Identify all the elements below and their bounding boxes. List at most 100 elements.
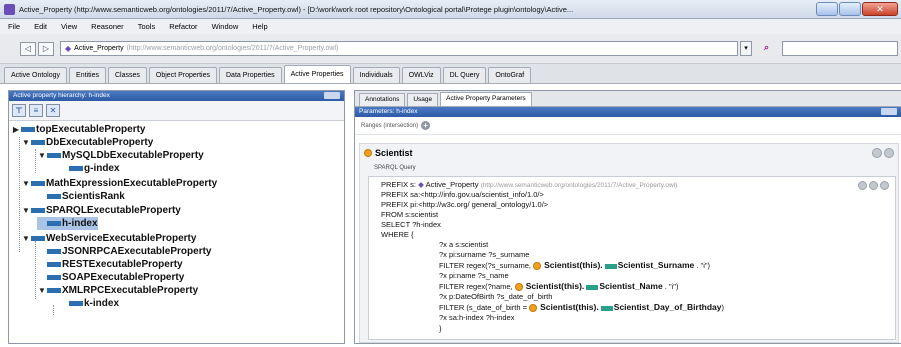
ontology-address-field[interactable]: ◆ Active_Property (http://www.semanticwe… [60,41,738,56]
tree-node-sparqlexecutableproperty[interactable]: ▼ SPARQLExecutableProperty [21,204,181,217]
minimize-button[interactable] [816,2,838,16]
property-icon [69,301,83,306]
close-button[interactable]: ✕ [862,2,898,16]
ontology-diamond-icon: ◆ [418,180,424,189]
back-button[interactable]: ◁ [20,42,36,56]
property-icon [31,208,45,213]
range-scientist-header: Scientist [360,144,898,162]
window-title: Active_Property (http://www.semanticweb.… [19,4,574,14]
tree-node-dbexecutableproperty[interactable]: ▼ DbExecutableProperty [21,136,153,149]
range-class-name[interactable]: Scientist [375,148,413,158]
tab-object-properties[interactable]: Object Properties [148,67,217,83]
menu-edit[interactable]: Edit [34,22,47,31]
tree-node-jsonrpcaexecutableproperty[interactable]: JSONRPCAExecutableProperty [37,245,212,258]
add-range-icon[interactable]: + [421,121,431,130]
annotate-query-icon[interactable] [858,181,867,190]
property-icon [47,153,61,158]
tab-owlviz[interactable]: OWLViz [401,67,441,83]
menu-bar: File Edit View Reasoner Tools Refactor W… [0,19,901,34]
collapse-arrow-icon[interactable]: ▼ [37,151,47,160]
hierarchy-header: Active property hierarchy: h-index [9,91,344,101]
collapse-arrow-icon[interactable]: ▼ [21,138,31,147]
sparql-query-label: SPARQL Query [374,165,416,171]
property-icon [31,140,45,145]
tab-entities[interactable]: Entities [69,67,106,83]
tree-node-topexecutableproperty[interactable]: ▶ topExecutableProperty [11,123,146,136]
property-icon [47,194,61,199]
query-line: FILTER regex(?name, Scientist(this). Sci… [439,281,679,292]
property-icon [47,249,61,254]
sparql-query-editor[interactable]: PREFIX s: ◆ Active_Property (http://www.… [368,176,896,340]
address-bar: ◁ ▷ ◆ Active_Property (http://www.semant… [0,34,901,64]
hierarchy-toolbar: ⊤ ≡ ✕ [9,101,344,121]
tab-active-ontology[interactable]: Active Ontology [4,67,68,83]
class-icon [533,262,542,271]
hierarchy-header-text: Active property hierarchy: h-index [13,92,110,99]
query-line: PREFIX sa:<http://info.gov.ua/scientist_… [381,190,544,199]
tree-connector [35,241,36,299]
menu-help[interactable]: Help [252,22,267,31]
collapse-arrow-icon[interactable]: ▼ [21,179,31,188]
window-controls: ✕ [816,2,898,16]
tree-node-soapexecutableproperty[interactable]: SOAPExecutableProperty [37,271,184,284]
edit-query-icon[interactable] [869,181,878,190]
property-icon [47,262,61,267]
property-icon [21,127,35,132]
maximize-button[interactable] [839,2,861,16]
add-subproperty-icon[interactable]: ⊤ [12,104,26,117]
tree-node-g-index[interactable]: g-index [59,162,120,175]
search-icon[interactable]: ⌕ [764,42,778,55]
expand-arrow-icon[interactable]: ▶ [11,125,21,134]
panel-view-icon[interactable] [324,92,340,99]
class-icon [364,149,372,157]
tab-dl-query[interactable]: DL Query [442,67,487,83]
data-property-icon [586,284,599,290]
menu-tools[interactable]: Tools [138,22,156,31]
menu-reasoner[interactable]: Reasoner [91,22,124,31]
tab-data-properties[interactable]: Data Properties [219,67,282,83]
tree-node-xmlrpcexecutableproperty[interactable]: ▼ XMLRPCExecutableProperty [37,284,198,297]
data-property-icon [600,305,613,311]
delete-query-icon[interactable] [880,181,889,190]
menu-view[interactable]: View [61,22,77,31]
query-line: ?x p:DateOfBirth ?s_date_of_birth [439,292,553,301]
tab-active-properties[interactable]: Active Properties [283,65,351,83]
subtab-usage[interactable]: Usage [407,93,439,106]
menu-refactor[interactable]: Refactor [169,22,197,31]
collapse-arrow-icon[interactable]: ▼ [21,206,31,215]
ontology-diamond-icon: ◆ [65,44,72,53]
tab-individuals[interactable]: Individuals [352,67,400,83]
panel-view-icon[interactable] [881,108,897,115]
app-icon [4,3,15,15]
forward-button[interactable]: ▷ [38,42,54,56]
tab-ontograf[interactable]: OntoGraf [488,67,532,83]
menu-file[interactable]: File [8,22,20,31]
range-scientist-block: Scientist SPARQL Query PREFIX s: ◆ Activ… [359,143,899,343]
query-line: FROM s:scientist [381,210,439,219]
remove-range-icon[interactable] [884,148,894,158]
tree-node-webserviceexecutableproperty[interactable]: ▼ WebServiceExecutableProperty [21,232,196,245]
property-tree: ▶ topExecutableProperty ▼ DbExecutableProp… [9,121,344,343]
collapse-arrow-icon[interactable]: ▼ [37,286,47,295]
address-dropdown-button[interactable]: ▾ [740,41,752,56]
edit-range-icon[interactable] [872,148,882,158]
tree-node-scientisrank[interactable]: ScientisRank [37,190,125,203]
collapse-arrow-icon[interactable]: ▼ [21,234,31,243]
delete-property-icon[interactable]: ✕ [46,104,60,117]
subtab-active-property-parameters[interactable]: Active Property Parameters [440,92,532,106]
tree-node-mysqldbexecutableproperty[interactable]: ▼ MySQLDbExecutableProperty [37,149,204,162]
subtab-annotations[interactable]: Annotations [359,93,406,106]
tab-classes[interactable]: Classes [108,67,147,83]
query-line: PREFIX pi:<http://w3c.org/ general_ontol… [381,200,549,209]
tree-node-k-index[interactable]: k-index [59,297,119,310]
query-line: PREFIX s: ◆ Active_Property (http://www.… [381,180,678,189]
add-sibling-icon[interactable]: ≡ [29,104,43,117]
tree-connector [19,137,20,252]
tree-node-restexecutableproperty[interactable]: RESTExecutableProperty [37,258,183,271]
search-input[interactable] [782,41,898,56]
tree-node-mathexpressionexecutableproperty[interactable]: ▼ MathExpressionExecutableProperty [21,177,217,190]
menu-window[interactable]: Window [212,22,239,31]
query-line: } [439,324,442,333]
tree-node-h-index[interactable]: h-index [37,217,98,230]
query-line: FILTER regex(?s_surname, Scientist(this)… [439,260,711,271]
